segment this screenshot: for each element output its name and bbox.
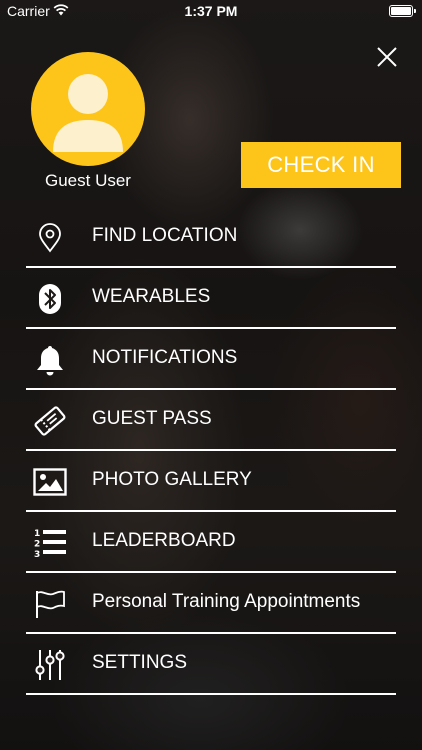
menu-item-find-location[interactable]: FIND LOCATION <box>0 207 422 268</box>
bell-icon <box>32 344 68 376</box>
battery-icon <box>389 5 416 17</box>
menu-item-label: WEARABLES <box>92 286 211 307</box>
ticket-icon <box>32 405 68 437</box>
close-icon <box>377 47 397 67</box>
menu-item-label: LEADERBOARD <box>92 530 236 551</box>
menu-item-label: GUEST PASS <box>92 408 212 429</box>
close-button[interactable] <box>374 44 400 70</box>
sliders-icon <box>32 649 68 681</box>
menu-item-settings[interactable]: SETTINGS <box>0 634 422 695</box>
svg-text:3: 3 <box>34 550 40 559</box>
check-in-button[interactable]: CHECK IN <box>241 142 401 188</box>
menu-item-label: FIND LOCATION <box>92 225 238 246</box>
svg-text:1: 1 <box>34 529 40 539</box>
menu-item-label: Personal Training Appointments <box>92 591 361 612</box>
bluetooth-icon <box>32 283 68 315</box>
menu-item-label: SETTINGS <box>92 652 188 673</box>
menu-list: FIND LOCATION WEARABLES NOTIFICATIONS GU… <box>0 207 422 695</box>
user-silhouette-icon <box>53 74 123 152</box>
menu-item-notifications[interactable]: NOTIFICATIONS <box>0 329 422 390</box>
numbered-list-icon: 123 <box>32 527 68 559</box>
flag-icon <box>32 588 68 620</box>
profile-name: Guest User <box>45 171 131 190</box>
menu-item-photo-gallery[interactable]: PHOTO GALLERY <box>0 451 422 512</box>
photo-icon <box>32 466 68 498</box>
menu-item-personal-training[interactable]: Personal Training Appointments <box>0 573 422 634</box>
avatar[interactable] <box>31 52 145 166</box>
location-pin-icon <box>32 222 68 254</box>
menu-item-label: NOTIFICATIONS <box>92 347 238 368</box>
status-bar: Carrier 1:37 PM <box>0 0 422 22</box>
status-time: 1:37 PM <box>184 3 238 19</box>
menu-item-wearables[interactable]: WEARABLES <box>0 268 422 329</box>
svg-text:2: 2 <box>34 540 40 550</box>
menu-item-guest-pass[interactable]: GUEST PASS <box>0 390 422 451</box>
menu-item-leaderboard[interactable]: 123 LEADERBOARD <box>0 512 422 573</box>
menu-item-label: PHOTO GALLERY <box>92 469 252 490</box>
